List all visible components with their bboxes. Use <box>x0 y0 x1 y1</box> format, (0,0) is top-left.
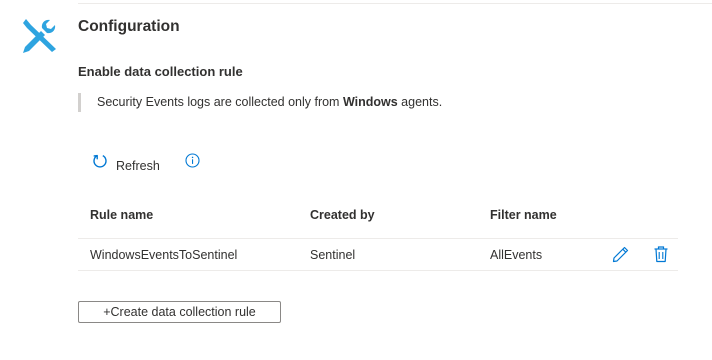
tools-icon <box>17 15 59 57</box>
cell-filter-name: AllEvents <box>490 248 543 262</box>
table-row[interactable]: WindowsEventsToSentinel Sentinel AllEven… <box>78 239 678 271</box>
create-data-collection-rule-button[interactable]: +Create data collection rule <box>78 301 281 323</box>
section-subtitle: Enable data collection rule <box>78 64 243 79</box>
info-note: Security Events logs are collected only … <box>78 93 442 112</box>
edit-icon[interactable] <box>611 245 630 264</box>
page-title: Configuration <box>78 18 180 35</box>
column-header-rule-name: Rule name <box>90 208 154 222</box>
cell-rule-name: WindowsEventsToSentinel <box>90 248 238 262</box>
column-header-filter-name: Filter name <box>490 208 557 222</box>
refresh-button[interactable]: Refresh <box>92 153 160 173</box>
note-text-emphasis: Windows <box>342 95 398 109</box>
note-text-prefix: Security Events logs are collected only … <box>97 95 343 109</box>
refresh-icon <box>92 153 108 174</box>
cell-created-by: Sentinel <box>310 248 356 262</box>
delete-icon[interactable] <box>653 245 669 263</box>
note-text-suffix: agents. <box>397 95 443 109</box>
column-header-created-by: Created by <box>310 208 375 222</box>
info-icon[interactable] <box>185 153 200 168</box>
top-divider <box>78 3 712 4</box>
refresh-label: Refresh <box>116 159 160 173</box>
